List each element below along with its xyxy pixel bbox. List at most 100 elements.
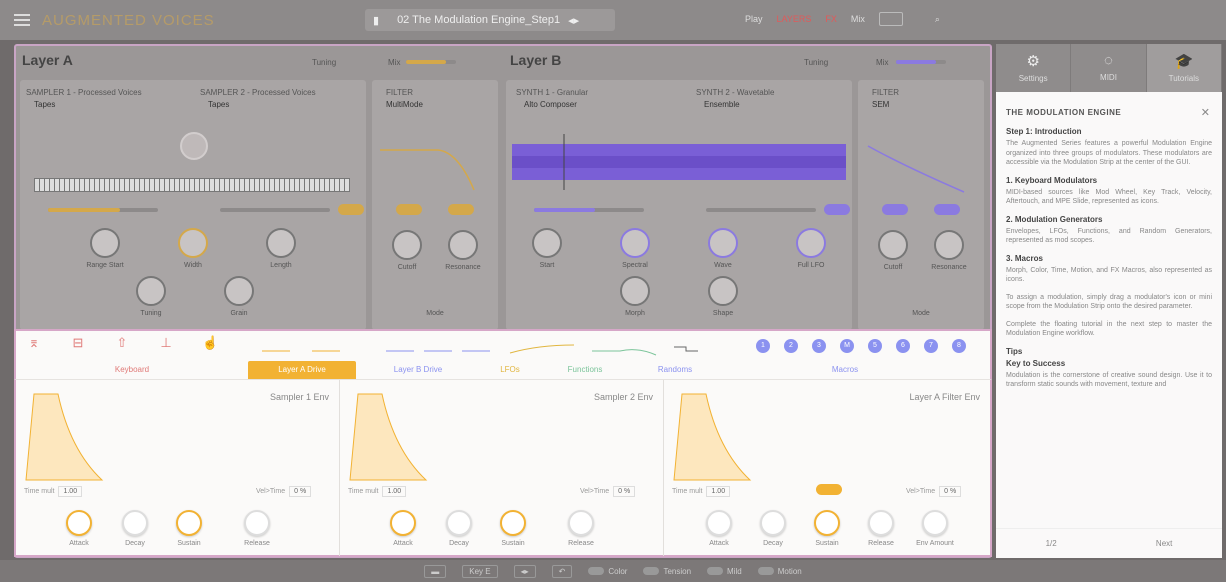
tab-randoms[interactable]: Randoms (630, 361, 720, 379)
macro-5-icon[interactable]: 5 (868, 339, 882, 353)
spectral-knob[interactable] (620, 228, 650, 258)
filter-release-knob[interactable] (868, 510, 894, 536)
sampler1-time-mult[interactable]: Time mult 1.00 (24, 486, 83, 497)
morph-knob[interactable] (620, 276, 650, 306)
layer-a-mix-slider[interactable] (406, 60, 456, 64)
vel-time-value[interactable]: 0 % (289, 486, 312, 497)
sampler1-vel-time[interactable]: Vel>Time 0 % (256, 486, 312, 497)
filter-env-amount-knob[interactable] (922, 510, 948, 536)
tab-layer-a-drive[interactable]: Layer A Drive (248, 361, 356, 379)
macro-3-icon[interactable]: 3 (812, 339, 826, 353)
macro-2-icon[interactable]: 2 (784, 339, 798, 353)
fx-tab[interactable]: FX (825, 14, 837, 24)
sampler-pan-slider[interactable] (220, 208, 330, 212)
sampler2-env-graph[interactable] (348, 390, 428, 482)
filter-a-cutoff-knob[interactable] (392, 230, 422, 260)
range-start-knob[interactable] (90, 228, 120, 258)
filter-env-mod-pill[interactable] (816, 484, 842, 495)
filter-b-resonance-knob[interactable] (934, 230, 964, 260)
lfo-scope[interactable] (508, 337, 578, 357)
filter-b-pill-1[interactable] (882, 204, 908, 215)
sampler2-release-knob[interactable] (568, 510, 594, 536)
macro-7-icon[interactable]: 7 (924, 339, 938, 353)
sampler1-release-knob[interactable] (244, 510, 270, 536)
mpe-slide-icon[interactable]: ☝ (202, 335, 218, 353)
filter-attack-knob[interactable] (706, 510, 732, 536)
filter-time-mult[interactable]: Time mult 1.00 (672, 486, 731, 497)
function-scope[interactable] (590, 337, 660, 357)
scale-arrows-icon[interactable]: ◂▸ (513, 564, 536, 578)
synth-range-slider[interactable] (534, 208, 644, 212)
mod-wheel-icon[interactable]: ⌆ (26, 335, 42, 353)
layer-b-drive-scope[interactable] (384, 337, 494, 357)
mix-tab[interactable]: Mix (851, 14, 865, 24)
keyboard-zone[interactable] (34, 178, 350, 192)
granular-waveform[interactable] (512, 132, 846, 192)
filter-env-graph[interactable] (672, 390, 752, 482)
sampler1-attack-knob[interactable] (66, 510, 92, 536)
macro-m-icon[interactable]: M (840, 339, 854, 353)
sampler2-preset[interactable]: Tapes (208, 100, 229, 109)
filter-vel-time[interactable]: Vel>Time 0 % (906, 486, 962, 497)
preset-selector[interactable]: ▮ 02 The Modulation Engine_Step1 ◂▸ (365, 9, 615, 31)
filter-sustain-knob[interactable] (814, 510, 840, 536)
tab-layer-b-drive[interactable]: Layer B Drive (356, 361, 480, 379)
macro-8-icon[interactable]: 8 (952, 339, 966, 353)
key-track-icon[interactable]: ⊟ (70, 335, 86, 353)
velocity-icon[interactable]: ⇧ (114, 335, 130, 353)
layer-b-mix-slider[interactable] (896, 60, 946, 64)
sampler-toggle[interactable] (338, 204, 364, 215)
wave-knob[interactable] (708, 228, 738, 258)
filter-b-cutoff-knob[interactable] (878, 230, 908, 260)
sampler1-sustain-knob[interactable] (176, 510, 202, 536)
macro-1-icon[interactable]: 1 (756, 339, 770, 353)
tab-tutorials[interactable]: 🎓 Tutorials (1146, 44, 1222, 92)
close-icon[interactable]: ✕ (1201, 106, 1210, 119)
sampler2-time-mult[interactable]: Time mult 1.00 (348, 486, 407, 497)
time-mult-value[interactable]: 1.00 (706, 486, 731, 497)
next-button[interactable]: Next (1156, 539, 1172, 548)
filter-b-pill-2[interactable] (934, 204, 960, 215)
synth1-preset[interactable]: Alto Composer (524, 100, 577, 109)
mild-toggle[interactable]: Mild (707, 567, 742, 576)
preset-arrows-icon[interactable]: ◂▸ (568, 14, 579, 27)
tab-midi[interactable]: ◌ MIDI (1071, 44, 1147, 92)
sampler2-decay-knob[interactable] (446, 510, 472, 536)
tab-macros[interactable]: Macros (720, 361, 970, 379)
play-tab[interactable]: Play (745, 14, 763, 24)
vel-time-value[interactable]: 0 % (613, 486, 636, 497)
time-mult-value[interactable]: 1.00 (58, 486, 83, 497)
search-icon[interactable]: ⌕ (935, 14, 940, 25)
undo-icon[interactable]: ↶ (551, 564, 573, 578)
time-mult-value[interactable]: 1.00 (382, 486, 407, 497)
menu-icon[interactable] (14, 14, 30, 26)
layers-tab[interactable]: LAYERS (777, 14, 812, 24)
shape-knob[interactable] (708, 276, 738, 306)
sampler2-vel-time[interactable]: Vel>Time 0 % (580, 486, 636, 497)
sampler-range-slider[interactable] (48, 208, 158, 212)
vel-time-value[interactable]: 0 % (939, 486, 962, 497)
sampler1-env-graph[interactable] (24, 390, 104, 482)
length-knob[interactable] (266, 228, 296, 258)
filter-a-type[interactable]: MultiMode (386, 100, 423, 109)
filter-a-pill-2[interactable] (448, 204, 474, 215)
sampler1-preset[interactable]: Tapes (34, 100, 55, 109)
width-knob[interactable] (178, 228, 208, 258)
filter-b-type[interactable]: SEM (872, 100, 889, 109)
tab-functions[interactable]: Functions (540, 361, 630, 379)
motion-toggle[interactable]: Motion (757, 567, 802, 576)
layer-a-drive-scope[interactable] (260, 337, 370, 357)
color-toggle[interactable]: Color (588, 567, 627, 576)
tab-keyboard[interactable]: Keyboard (16, 361, 248, 379)
macro-6-icon[interactable]: 6 (896, 339, 910, 353)
synth2-preset[interactable]: Ensemble (704, 100, 740, 109)
tab-settings[interactable]: ⚙ Settings (996, 44, 1072, 92)
aftertouch-icon[interactable]: ⊥ (158, 335, 174, 353)
sampler2-attack-knob[interactable] (390, 510, 416, 536)
synth-pan-slider[interactable] (706, 208, 816, 212)
filter-a-resonance-knob[interactable] (448, 230, 478, 260)
full-lfo-knob[interactable] (796, 228, 826, 258)
sampler1-decay-knob[interactable] (122, 510, 148, 536)
key-selector[interactable]: Key E (462, 564, 498, 578)
start-knob[interactable] (532, 228, 562, 258)
